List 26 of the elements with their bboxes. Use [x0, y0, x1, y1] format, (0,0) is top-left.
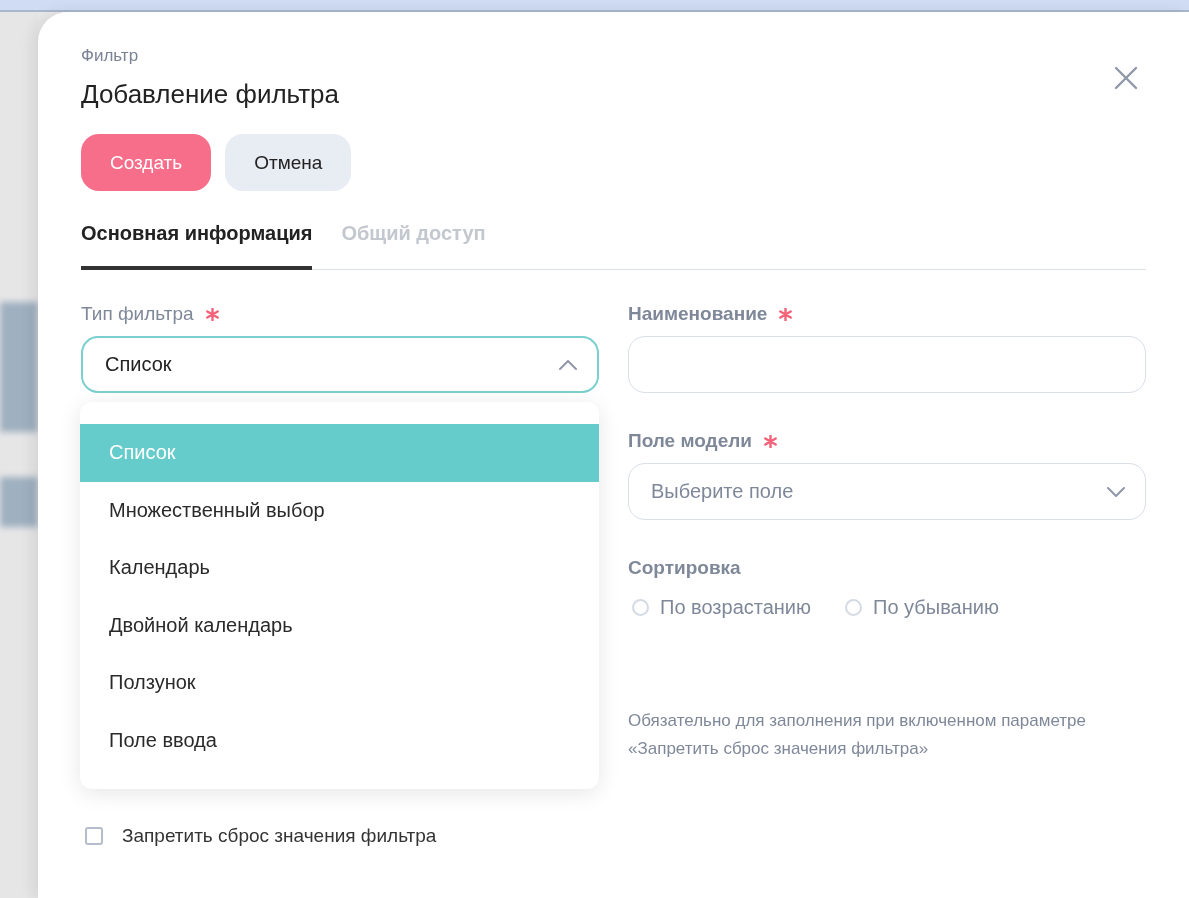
field-label: Наименование: [628, 303, 768, 325]
chevron-icon: [559, 359, 577, 370]
radio-button[interactable]: [632, 599, 649, 616]
radio-button[interactable]: [845, 599, 863, 616]
cancel-button[interactable]: Отмена: [225, 134, 352, 191]
checkbox[interactable]: [85, 827, 103, 845]
dropdown-option[interactable]: Поле ввода: [80, 711, 599, 769]
breadcrumb: Фильтр: [81, 45, 140, 67]
dropdown-option[interactable]: Множественный выбор: [80, 481, 599, 539]
radio-label[interactable]: По возрастанию: [660, 596, 812, 619]
field-label: Сортировка: [628, 557, 741, 579]
dropdown-option[interactable]: Ползунок: [80, 654, 599, 712]
name-input-field[interactable]: [628, 336, 1146, 393]
radio-label[interactable]: По убыванию: [873, 596, 999, 619]
model-field-select[interactable]: Выберите поле: [628, 463, 1146, 520]
hint-text: Обязательно для заполнения при включенном параметре «Запретить сброс значения фильтра»: [628, 710, 1087, 760]
dropdown-option[interactable]: Двойной календарь: [80, 596, 599, 654]
checkbox-label[interactable]: Запретить сброс значения фильтра: [122, 825, 437, 847]
filter-type-select[interactable]: Список: [81, 336, 599, 393]
field-label: Тип фильтра: [81, 303, 194, 325]
dropdown-option[interactable]: Календарь: [80, 539, 599, 597]
field-label: Поле модели: [628, 430, 752, 452]
tab[interactable]: Основная информация: [81, 222, 313, 270]
chevron-icon: [1107, 486, 1125, 497]
close-icon[interactable]: [1114, 66, 1138, 90]
dialog-title: Добавление фильтра: [81, 78, 339, 111]
